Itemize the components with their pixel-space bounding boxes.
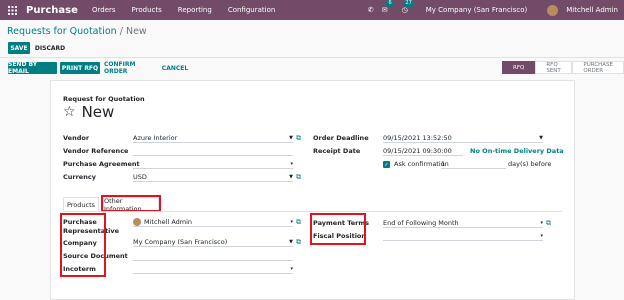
vendor-value: Azure Interior bbox=[133, 133, 178, 142]
menu-products[interactable]: Products bbox=[124, 6, 170, 14]
ask-confirmation-checkbox[interactable]: ✓ bbox=[383, 161, 390, 168]
fiscal-position-field[interactable]: ▾ bbox=[383, 231, 543, 241]
breadcrumb: Requests for Quotation / New bbox=[7, 26, 147, 37]
receipt-date-field[interactable]: 09/15/2021 09:30:00 bbox=[383, 146, 463, 156]
external-link-icon[interactable]: ⧉ bbox=[296, 218, 301, 227]
menu-reporting[interactable]: Reporting bbox=[170, 6, 220, 14]
form-sheet: Request for Quotation ☆ New Vendor Azure… bbox=[50, 80, 575, 300]
print-rfq-button[interactable]: PRINT RFQ bbox=[60, 62, 100, 74]
menu-orders[interactable]: Orders bbox=[84, 6, 124, 14]
avatar bbox=[133, 217, 141, 226]
highlight-right-labels bbox=[310, 213, 366, 245]
purchase-representative-value: Mitchell Admin bbox=[144, 217, 193, 226]
top-navbar: Purchase Orders Products Reporting Confi… bbox=[0, 0, 624, 20]
app-brand[interactable]: Purchase bbox=[26, 5, 84, 16]
messages-icon[interactable]: ✉ 6 bbox=[382, 0, 394, 14]
company-switcher[interactable]: My Company (San Francisco) bbox=[426, 6, 527, 14]
phone-icon[interactable]: ✆ bbox=[368, 6, 374, 14]
order-deadline-field[interactable]: 09/15/2021 13:52:50 ▼ bbox=[383, 133, 543, 143]
external-link-icon[interactable]: ⧉ bbox=[296, 134, 301, 143]
highlight-left-labels bbox=[60, 213, 106, 277]
status-rfq-sent[interactable]: RFQ SENT bbox=[535, 61, 573, 74]
currency-field[interactable]: USD ▼ bbox=[133, 172, 293, 182]
confirm-order-button[interactable]: CONFIRM ORDER bbox=[104, 61, 156, 75]
messages-count: 6 bbox=[386, 0, 394, 7]
currency-value: USD bbox=[133, 172, 147, 181]
record-title: ☆ New bbox=[63, 103, 114, 121]
tab-divider bbox=[63, 211, 562, 212]
chevron-down-icon: ▾ bbox=[290, 160, 293, 167]
breadcrumb-parent[interactable]: Requests for Quotation bbox=[7, 26, 117, 37]
receipt-date-label: Receipt Date bbox=[313, 147, 361, 155]
external-link-icon[interactable]: ⧉ bbox=[296, 238, 301, 247]
cancel-button[interactable]: CANCEL bbox=[160, 62, 190, 74]
external-link-icon[interactable]: ⧉ bbox=[546, 219, 551, 228]
save-button[interactable]: SAVE bbox=[8, 42, 30, 54]
vendor-reference-label: Vendor Reference bbox=[63, 147, 129, 155]
source-document-input[interactable] bbox=[133, 251, 293, 261]
vendor-field[interactable]: Azure Interior ▼ bbox=[133, 133, 293, 143]
activities-icon[interactable]: ◷ 27 bbox=[402, 0, 414, 14]
company-value: My Company (San Francisco) bbox=[133, 237, 228, 246]
menu-configuration[interactable]: Configuration bbox=[220, 6, 283, 14]
purchase-representative-field[interactable]: Mitchell Admin ▾ bbox=[133, 217, 293, 227]
receipt-date-value: 09/15/2021 09:30:00 bbox=[383, 146, 452, 155]
send-by-email-button[interactable]: SEND BY EMAIL bbox=[8, 61, 57, 75]
chevron-down-icon: ▼ bbox=[289, 238, 293, 245]
vendor-reference-input[interactable] bbox=[133, 146, 293, 156]
discard-button[interactable]: DISCARD bbox=[35, 42, 65, 54]
ask-confirmation-suffix: day(s) before bbox=[508, 160, 552, 168]
chevron-down-icon: ▾ bbox=[540, 232, 543, 239]
currency-label: Currency bbox=[63, 173, 96, 181]
payment-terms-value: End of Following Month bbox=[383, 218, 459, 227]
status-rfq[interactable]: RFQ bbox=[502, 61, 536, 74]
breadcrumb-current: New bbox=[125, 26, 147, 37]
status-purchase-order[interactable]: PURCHASE ORDER bbox=[572, 61, 624, 74]
user-menu[interactable]: Mitchell Admin bbox=[566, 6, 618, 14]
incoterm-field[interactable]: ▾ bbox=[133, 264, 293, 274]
status-bar: RFQ RFQ SENT PURCHASE ORDER bbox=[502, 61, 624, 74]
activities-count: 27 bbox=[403, 0, 414, 7]
chevron-down-icon: ▼ bbox=[539, 134, 543, 141]
payment-terms-field[interactable]: End of Following Month ▾ bbox=[383, 218, 543, 228]
chevron-down-icon: ▾ bbox=[290, 218, 293, 225]
vendor-label: Vendor bbox=[63, 134, 90, 142]
record-name: New bbox=[81, 103, 115, 121]
star-icon[interactable]: ☆ bbox=[63, 104, 76, 120]
control-panel-divider bbox=[0, 57, 624, 58]
apps-menu-icon[interactable] bbox=[5, 5, 19, 15]
purchase-agreement-field[interactable]: ▾ bbox=[133, 159, 293, 169]
ask-confirmation-days-input[interactable]: 1 bbox=[441, 159, 506, 169]
chevron-down-icon: ▼ bbox=[289, 173, 293, 180]
chevron-down-icon: ▾ bbox=[540, 219, 543, 226]
order-deadline-label: Order Deadline bbox=[313, 134, 369, 142]
company-field[interactable]: My Company (San Francisco) ▼ bbox=[133, 237, 293, 247]
highlight-other-info-tab bbox=[101, 195, 161, 212]
ask-confirmation-days-value: 1 bbox=[441, 159, 446, 168]
breadcrumb-separator: / bbox=[119, 26, 123, 37]
tab-products[interactable]: Products bbox=[63, 197, 99, 211]
on-time-delivery-link[interactable]: No On-time Delivery Data bbox=[470, 147, 564, 155]
purchase-agreement-label: Purchase Agreement bbox=[63, 160, 140, 168]
chevron-down-icon: ▾ bbox=[290, 265, 293, 272]
chevron-down-icon: ▼ bbox=[289, 134, 293, 141]
external-link-icon[interactable]: ⧉ bbox=[296, 173, 301, 182]
user-avatar[interactable] bbox=[547, 4, 559, 16]
form-heading: Request for Quotation bbox=[63, 95, 145, 103]
order-deadline-value: 09/15/2021 13:52:50 bbox=[383, 133, 452, 142]
